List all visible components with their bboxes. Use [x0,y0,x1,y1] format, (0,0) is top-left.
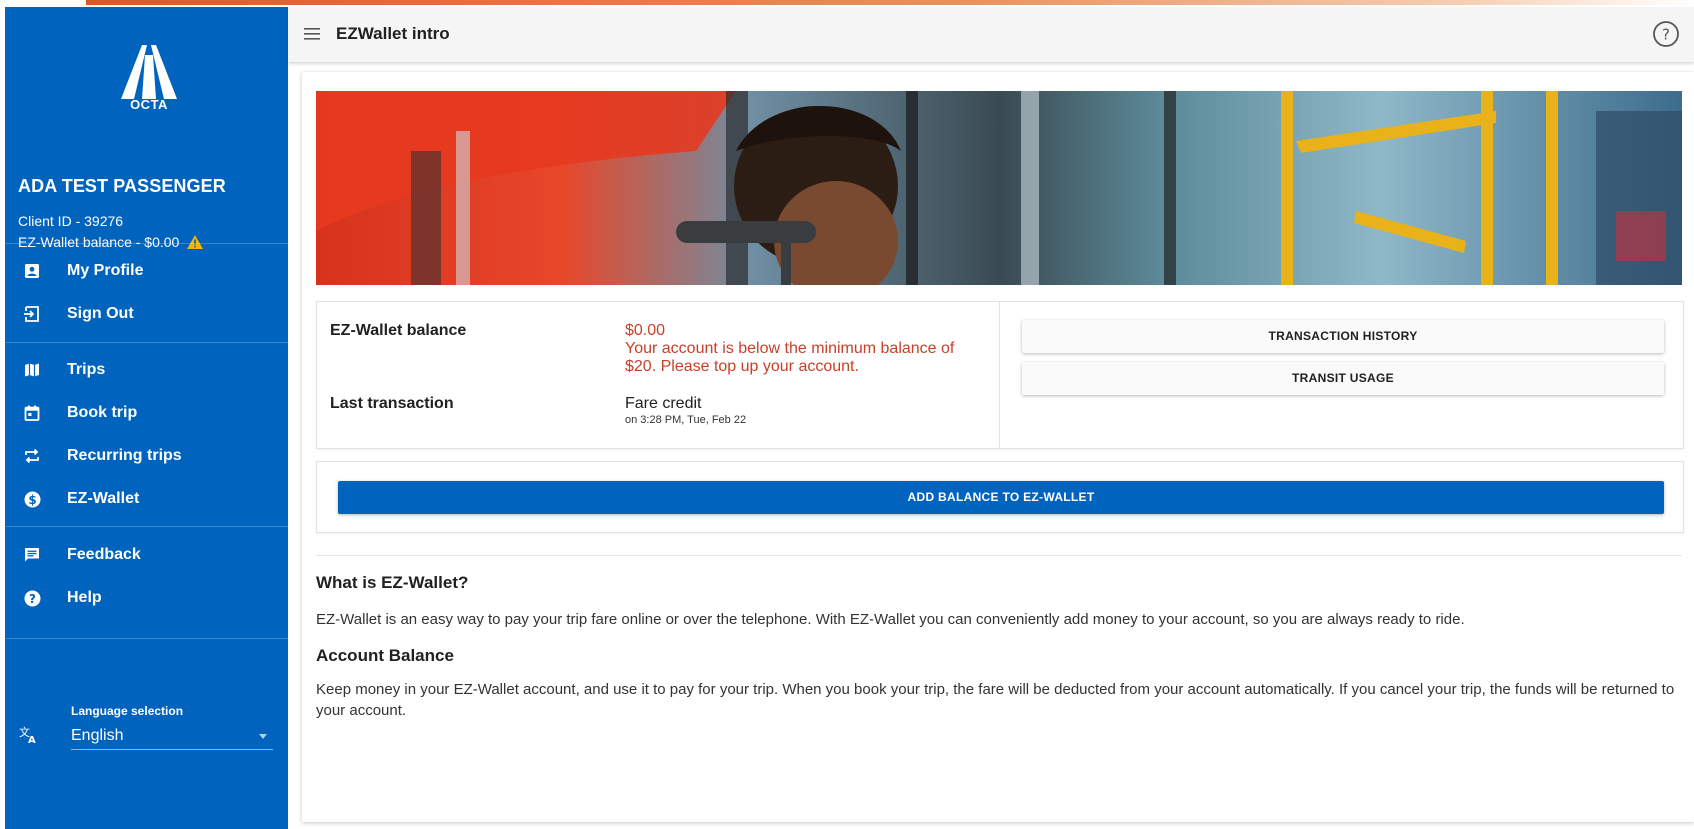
language-selector: Language selection 文A English [5,699,288,755]
last-transaction-time: on 3:28 PM, Tue, Feb 22 [625,414,747,426]
sidebar: OCTA ADA TEST PASSENGER Client ID - 3927… [5,7,288,829]
main-content: EZ-Wallet balance $0.00 Your account is … [302,72,1694,822]
add-balance-card: ADD BALANCE TO EZ-WALLET [316,461,1684,533]
language-selected: English [71,727,124,744]
chat-icon [21,544,43,566]
nav-my-profile[interactable]: My Profile [5,250,288,292]
nav-recurring-trips[interactable]: Recurring trips [5,435,288,477]
hero-image [316,91,1682,285]
account-balance-text: Keep money in your EZ-Wallet account, an… [316,681,1675,719]
hamburger-icon[interactable] [304,27,320,45]
app-header: EZWallet intro ? [288,7,1694,62]
nav-label: EZ-Wallet [67,490,140,507]
nav-feedback[interactable]: Feedback [5,534,288,576]
content-divider [316,555,1682,556]
top-accent-bar [86,0,1694,5]
sidebar-divider [5,526,288,527]
wallet-info-card: EZ-Wallet balance $0.00 Your account is … [316,301,1684,449]
profile-card-icon [21,260,43,282]
calendar-icon [21,402,43,424]
nav-label: Recurring trips [67,447,182,464]
nav-label: Sign Out [67,305,134,322]
nav-label: Help [67,589,102,606]
what-is-ez-wallet-heading: What is EZ-Wallet? [316,573,469,592]
nav-trips[interactable]: Trips [5,349,288,391]
balance-warning: Your account is below the minimum balanc… [625,340,955,357]
transaction-history-button[interactable]: TRANSACTION HISTORY [1022,320,1664,353]
sidebar-divider [5,342,288,343]
svg-text:?: ? [1662,26,1670,44]
sidebar-divider [5,243,288,244]
nav-sign-out[interactable]: Sign Out [5,293,288,335]
user-name: ADA TEST PASSENGER [18,176,226,196]
nav-help[interactable]: ? Help [5,577,288,619]
client-id: Client ID - 39276 [18,213,124,229]
octa-logo: OCTA [118,41,180,117]
repeat-icon [21,445,43,467]
add-balance-button[interactable]: ADD BALANCE TO EZ-WALLET [338,481,1664,514]
language-caption: Language selection [71,704,184,718]
svg-text:$: $ [28,492,36,506]
language-select[interactable]: English [71,723,273,750]
last-transaction-value: Fare credit [625,395,702,412]
logo-text: OCTA [130,97,168,112]
svg-text:A: A [28,735,36,744]
balance-label: EZ-Wallet balance [330,322,467,339]
sidebar-divider [5,638,288,639]
balance-warning: $20. Please top up your account. [625,358,859,375]
dollar-circle-icon: $ [21,488,43,510]
last-transaction-label: Last transaction [330,395,454,412]
account-balance-heading: Account Balance [316,646,454,665]
nav-label: Feedback [67,546,141,563]
balance-value: $0.00 [625,322,666,339]
page-title: EZWallet intro [336,24,450,43]
nav-label: Trips [67,361,106,378]
what-is-ez-wallet-text: EZ-Wallet is an easy way to pay your tri… [316,611,1465,628]
help-circle-icon[interactable]: ? [1652,20,1680,53]
nav-ez-wallet[interactable]: $ EZ-Wallet [5,478,288,520]
nav-book-trip[interactable]: Book trip [5,392,288,434]
nav-label: My Profile [67,262,144,279]
transit-usage-button[interactable]: TRANSIT USAGE [1022,362,1664,395]
svg-text:?: ? [29,592,36,606]
translate-icon: 文A [19,725,39,749]
map-icon [21,359,43,381]
nav-label: Book trip [67,404,138,421]
chevron-down-icon [259,734,267,739]
wallet-balance-text: EZ-Wallet balance - $0.00 [18,234,180,250]
sign-out-icon [21,303,43,325]
help-icon: ? [21,587,43,609]
